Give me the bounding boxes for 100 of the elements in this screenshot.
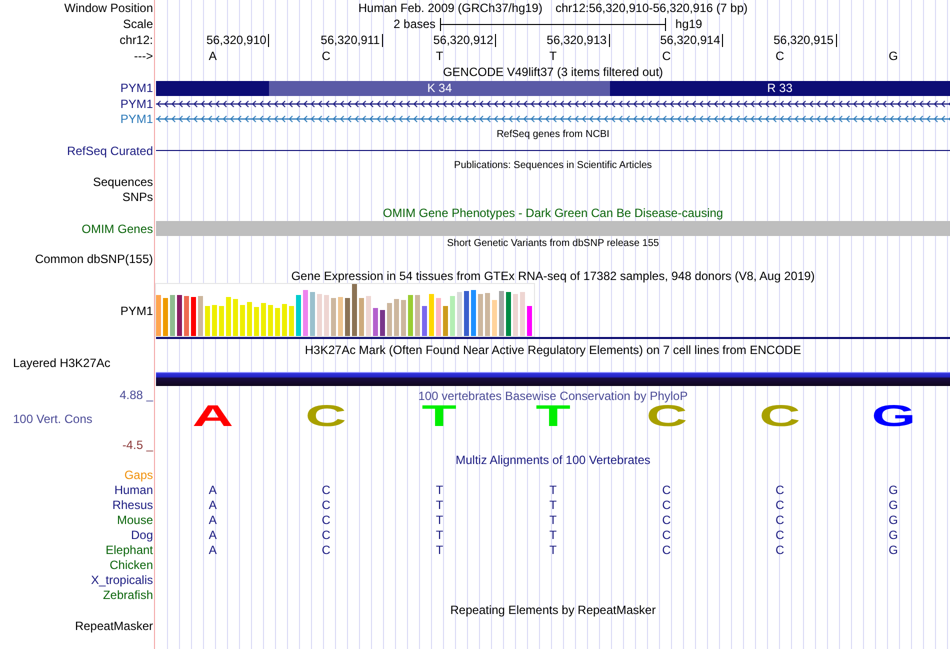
track-label: Layered H3K27Ac	[13, 356, 110, 370]
expression-bar	[513, 294, 518, 336]
base-letter: C	[662, 49, 671, 63]
alignment-base: T	[549, 528, 557, 542]
alignment-base: T	[549, 498, 557, 512]
expression-bar	[303, 290, 308, 336]
track-label: 100 Vert. Cons	[13, 412, 92, 426]
expression-bar	[163, 298, 168, 336]
expression-bar	[296, 295, 301, 336]
expression-bar	[527, 306, 532, 336]
expression-bar	[450, 296, 455, 336]
expression-bar	[436, 298, 441, 336]
base-letter: T	[436, 49, 444, 63]
alignment-base: C	[322, 512, 330, 526]
base-letter: G	[888, 49, 898, 63]
expression-bar	[359, 298, 364, 336]
assembly-label: hg19	[674, 17, 702, 31]
logo-letter: C	[759, 406, 800, 428]
species-label: Mouse	[116, 512, 153, 526]
expression-bar	[289, 306, 294, 336]
alignment-base: A	[208, 482, 217, 496]
alignment-base: T	[436, 542, 444, 556]
expression-bar	[233, 299, 238, 336]
expression-bar	[464, 291, 469, 336]
alignment-base: A	[208, 498, 217, 512]
expression-bar	[338, 297, 343, 336]
expression-bar	[331, 298, 336, 336]
alignment-base: T	[436, 512, 444, 526]
expression-bar	[170, 295, 175, 336]
track-title: Repeating Elements by RepeatMasker	[450, 603, 656, 617]
expression-bar	[471, 290, 476, 336]
expression-bar	[324, 295, 329, 336]
strand-label: --->	[134, 49, 153, 63]
position-range: chr12:56,320,910-56,320,916 (7 bp)	[555, 1, 748, 15]
expression-bar	[422, 306, 427, 336]
alignment-base: C	[776, 528, 784, 542]
expression-bar	[156, 295, 161, 336]
base-letter: C	[322, 49, 330, 63]
expression-bar	[282, 304, 287, 336]
logo-letter: C	[306, 406, 347, 428]
coordinate-label: 56,320,914	[660, 34, 724, 46]
expression-bar	[478, 294, 483, 336]
alignment-base: C	[322, 498, 330, 512]
species-label: X_tropicalis	[90, 572, 153, 586]
expression-bar	[366, 296, 371, 336]
alignment-base: T	[549, 512, 557, 526]
chromosome-label: chr12:	[120, 33, 153, 47]
base-letter: C	[776, 49, 784, 63]
expression-bar	[457, 292, 462, 336]
base-letter: A	[208, 49, 217, 63]
assembly-name: Human Feb. 2009 (GRCh37/hg19)	[358, 1, 542, 15]
base-letter: T	[549, 49, 557, 63]
alignment-base: T	[549, 542, 557, 556]
expression-bar	[380, 310, 385, 336]
track-title: OMIM Gene Phenotypes - Dark Green Can Be Disease-causing	[382, 206, 724, 220]
alignment-base: G	[888, 528, 898, 542]
expression-bar	[198, 296, 203, 336]
expression-bar	[240, 305, 245, 336]
expression-bar	[401, 300, 406, 336]
scale-length: 2 bases	[394, 17, 437, 31]
codon-block: R 33	[610, 80, 950, 96]
expression-bar	[352, 284, 357, 336]
expression-bar	[212, 305, 217, 336]
track-label: OMIM Genes	[82, 222, 153, 236]
coordinate-label: 56,320,912	[433, 34, 496, 46]
logo-letter: A	[192, 406, 234, 428]
track-label: RepeatMasker	[74, 618, 153, 632]
alignment-base: C	[662, 498, 671, 512]
alignment-base: T	[436, 482, 444, 496]
expression-bar	[408, 295, 413, 336]
species-label: Gaps	[124, 468, 153, 482]
alignment-base: C	[662, 512, 671, 526]
alignment-base: C	[776, 542, 784, 556]
expression-bar	[443, 306, 448, 336]
species-label: Zebrafish	[102, 588, 153, 602]
alignment-base: T	[549, 482, 557, 496]
expression-bar	[492, 300, 497, 336]
expression-bar	[394, 299, 399, 336]
expression-bar	[261, 303, 266, 336]
expression-bar	[219, 306, 224, 336]
track-title: GENCODE V49lift37 (3 items filtered out)	[442, 65, 664, 79]
track-title: 100 vertebrates Basewise Conservation by PhyloP	[418, 389, 688, 403]
expression-bar	[520, 292, 525, 336]
alignment-base: G	[888, 482, 898, 496]
alignment-base: C	[322, 542, 330, 556]
species-label: Dog	[130, 528, 153, 542]
species-label: Rhesus	[112, 498, 153, 512]
expression-bar	[373, 308, 378, 336]
expression-bar	[499, 291, 504, 336]
species-label: Elephant	[106, 542, 153, 556]
track-title: Publications: Sequences in Scientific Articles	[454, 159, 652, 173]
track-label: Common dbSNP(155)	[34, 252, 153, 266]
alignment-base: T	[436, 528, 444, 542]
expression-bar	[191, 297, 196, 336]
expression-bar	[205, 306, 210, 336]
expression-bar	[415, 295, 420, 336]
logo-letter: T	[422, 406, 457, 428]
coordinate-label: 56,320,911	[320, 34, 383, 46]
expression-bar	[254, 307, 259, 336]
track-title: RefSeq genes from NCBI	[496, 128, 610, 142]
